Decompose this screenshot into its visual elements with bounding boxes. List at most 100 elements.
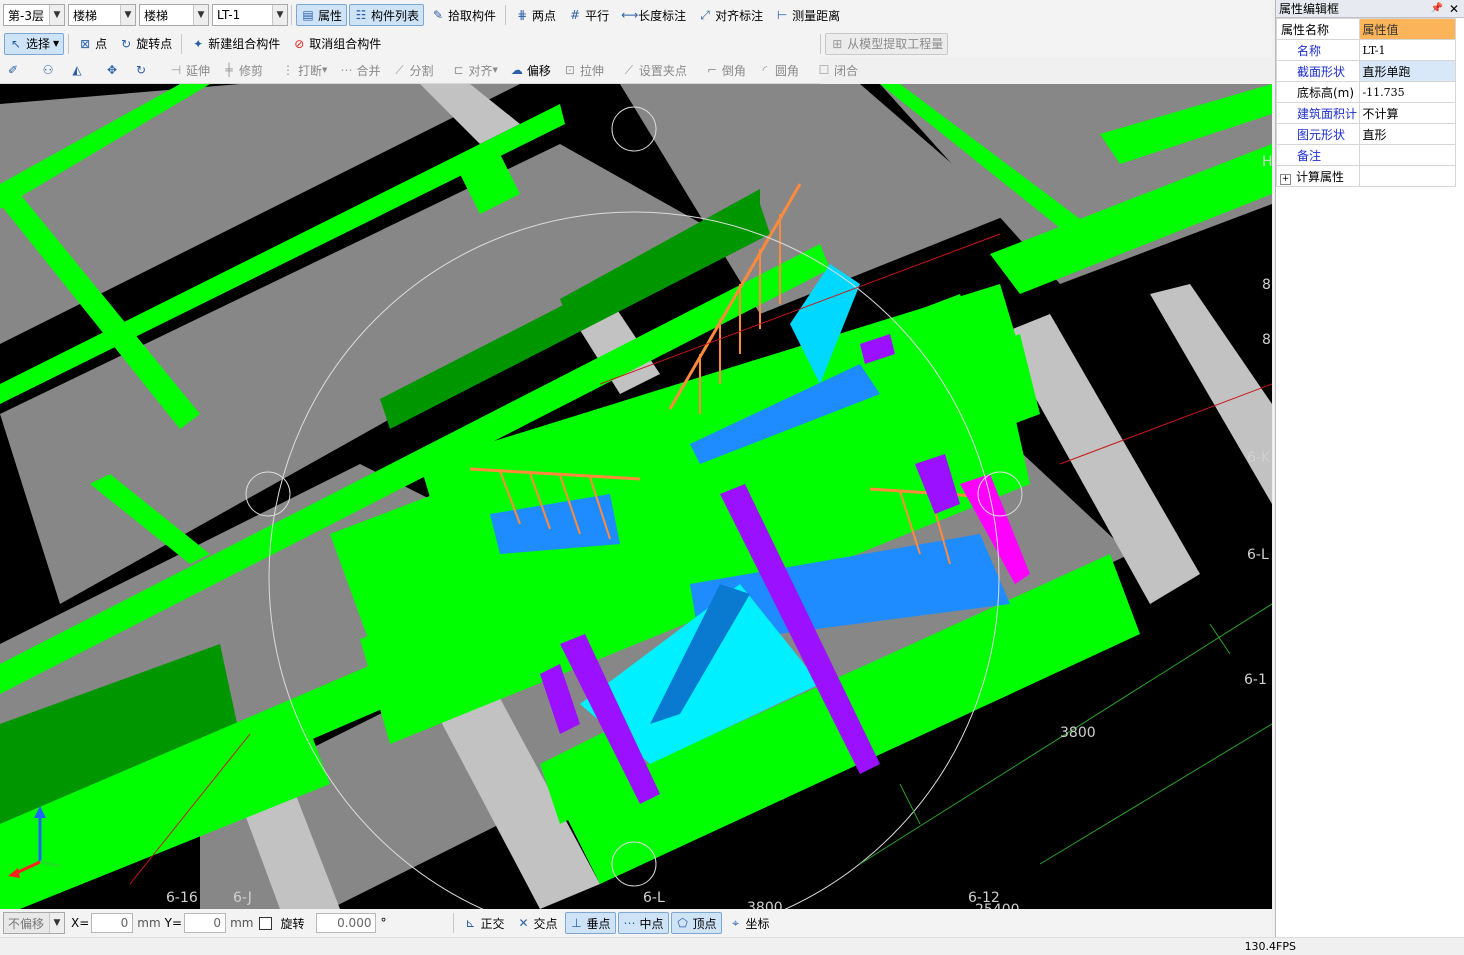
table-row[interactable]: 底标高(m) -11.735 [1275, 81, 1456, 103]
measure-distance-button[interactable]: ⊢ 测量距离 [770, 4, 845, 26]
offset-mode-select[interactable]: 不偏移 ▼ [3, 912, 65, 934]
y-input[interactable]: 0 [184, 913, 227, 933]
ortho-icon: ⊾ [465, 916, 476, 930]
cancel-group-component-button[interactable]: ⊘ 取消组合构件 [287, 33, 386, 55]
separator [453, 913, 455, 933]
chevron-down-icon: ▼ [322, 66, 328, 74]
fillet-button[interactable]: ◜ 圆角 [753, 59, 804, 81]
copy-tool[interactable]: ⚇ [36, 59, 63, 81]
offset-icon: ☁ [510, 63, 523, 77]
break-button[interactable]: ⋮ 打断 ▼ [276, 59, 332, 81]
extend-icon: ⊣ [170, 63, 182, 77]
rotate-checkbox[interactable] [259, 916, 273, 930]
rotate-icon: ↻ [135, 63, 147, 77]
move-tool[interactable]: ✥ [100, 59, 127, 81]
chevron-down-icon: ▼ [193, 5, 208, 25]
panel-title-bar: 属性编辑框 📌 ✕ [1276, 0, 1464, 18]
extract-quantity-button[interactable]: ⊞ 从模型提取工程量 [825, 32, 949, 55]
mirror-icon: ◭ [72, 63, 82, 77]
table-row[interactable]: 建筑面积计 不计算 [1275, 102, 1456, 124]
chevron-down-icon: ▼ [120, 5, 135, 25]
chevron-down-icon: ▼ [49, 5, 64, 25]
vertex-snap-button[interactable]: ⬠ 顶点 [670, 912, 722, 934]
cancel-group-icon: ⊘ [294, 36, 305, 51]
properties-button[interactable]: ▤ 属性 [296, 4, 348, 26]
chamfer-icon: ⌐ [706, 63, 717, 77]
panel-title: 属性编辑框 [1279, 2, 1340, 16]
table-row-group[interactable]: + 计算属性 [1275, 165, 1456, 187]
element-select[interactable]: LT-1 ▼ [212, 4, 288, 26]
y-label: Y= [164, 916, 183, 930]
stretch-button[interactable]: ⊡ 拉伸 [558, 59, 609, 81]
close-shape-button[interactable]: ☐ 闭合 [812, 59, 863, 81]
axis-label: 6-L [643, 890, 665, 906]
grid-axis-icon: ⋕ [517, 8, 528, 22]
3d-viewport[interactable]: 3800 3800 25400 6-16 6-J 6-L 6-12 6-K 6-… [0, 84, 1272, 909]
perpendicular-icon: ⊥ [571, 916, 582, 930]
stretch-icon: ⊡ [564, 63, 575, 77]
rotate-angle-input[interactable]: 0.000 [316, 913, 377, 933]
axis-label: 6-12 [968, 890, 1000, 906]
coordinate-snap-button[interactable]: ⌖ 坐标 [724, 912, 775, 934]
toolbar-row-2: ↖ 选择 ▼ ⊠ 点 ↻ 旋转点 ✦ 新建组合构件 ⊘ 取消组合构件 ⊞ 从模型提取工程量 [0, 30, 1272, 57]
chevron-down-icon: ▼ [53, 39, 60, 48]
column-header-name: 属性名称 [1275, 18, 1361, 40]
mirror-tool[interactable]: ◭ [65, 59, 92, 81]
brush-icon: ✐ [7, 63, 19, 77]
merge-button[interactable]: ⋯ 合并 [334, 59, 385, 81]
trim-button[interactable]: ╪ 修剪 [217, 59, 268, 81]
subtype-select[interactable]: 楼梯 ▼ [139, 4, 209, 26]
intersection-snap-button[interactable]: ✕ 交点 [511, 912, 562, 934]
separator [820, 33, 822, 54]
new-group-component-button[interactable]: ✦ 新建组合构件 [186, 33, 285, 55]
table-row[interactable]: 截面形状 直形单跑 [1275, 60, 1456, 82]
extend-button[interactable]: ⊣ 延伸 [164, 59, 215, 81]
grip-icon: ⟋ [624, 63, 634, 77]
category-select[interactable]: 楼梯 ▼ [68, 4, 136, 26]
align-button[interactable]: ⊏ 对齐 ▼ [446, 59, 502, 81]
select-button[interactable]: ↖ 选择 ▼ [4, 32, 65, 55]
table-row[interactable]: 图元形状 直形 [1275, 123, 1456, 145]
midpoint-snap-button[interactable]: ⋯ 中点 [617, 912, 669, 934]
table-row[interactable]: 名称 LT-1 [1275, 39, 1456, 61]
trim-icon: ╪ [225, 63, 233, 77]
separator [181, 33, 183, 54]
property-table: 属性名称 属性值 名称 LT-1 截面形状 直形单跑 底标高(m) -11.735 建… [1275, 18, 1456, 187]
brush-tool[interactable]: ✐ [1, 59, 28, 81]
dimension-label: 3800 [747, 900, 783, 909]
rotate-tool[interactable]: ↻ [129, 59, 156, 81]
pick-component-button[interactable]: ✎ 拾取构件 [426, 4, 501, 26]
x-input[interactable]: 0 [91, 913, 134, 933]
floor-select[interactable]: 第-3层 ▼ [3, 4, 65, 26]
model-canvas[interactable]: 3800 3800 25400 6-16 6-J 6-L 6-12 6-K 6-… [0, 84, 1272, 909]
extract-icon: ⊞ [832, 36, 843, 51]
length-dimension-button[interactable]: ⟷ 长度标注 [616, 4, 691, 26]
axis-label: 8 [1262, 277, 1271, 293]
intersection-icon: ✕ [518, 916, 529, 930]
two-points-button[interactable]: ⋕ 两点 [510, 4, 561, 26]
point-button[interactable]: ⊠ 点 [73, 33, 112, 55]
rotate-point-button[interactable]: ↻ 旋转点 [114, 33, 177, 55]
align-dimension-button[interactable]: ⤢ 对齐标注 [693, 4, 768, 26]
close-icon[interactable]: ✕ [1449, 2, 1459, 16]
parallel-button[interactable]: # 平行 [563, 4, 614, 26]
floor-select-value: 第-3层 [8, 8, 44, 23]
split-icon: ⟋ [395, 63, 404, 77]
rotate-icon: ↻ [121, 36, 132, 51]
x-unit: mm [137, 916, 161, 930]
set-grip-button[interactable]: ⟋ 设置夹点 [617, 59, 692, 81]
split-button[interactable]: ⟋ 分割 [387, 59, 438, 81]
toolbar-row-3: ✐ ⚇ ◭ ✥ ↻ ⊣ 延伸 ╪ 修剪 ⋮ 打断 ▼ ⋯ 合并 ⟋ 分割 ⊏ 对齐 ▼ ☁ 偏移 … [0, 57, 858, 84]
property-panel: 属性编辑框 📌 ✕ 属性名称 属性值 名称 LT-1 截面形状 直形单跑 底标高(m… [1275, 0, 1464, 937]
chamfer-button[interactable]: ⌐ 倒角 [700, 59, 751, 81]
separator [505, 5, 507, 25]
component-list-button[interactable]: ☷ 构件列表 [349, 4, 425, 26]
perpendicular-snap-button[interactable]: ⊥ 垂点 [564, 912, 616, 934]
group-label: 计算属性 [1296, 169, 1345, 184]
expand-icon[interactable]: + [1280, 173, 1291, 185]
ortho-snap-button[interactable]: ⊾ 正交 [458, 912, 509, 934]
pin-icon[interactable]: 📌 [1430, 3, 1442, 14]
cursor-icon: ↖ [10, 36, 22, 51]
offset-button[interactable]: ☁ 偏移 [505, 59, 556, 81]
table-row[interactable]: 备注 [1275, 144, 1456, 166]
